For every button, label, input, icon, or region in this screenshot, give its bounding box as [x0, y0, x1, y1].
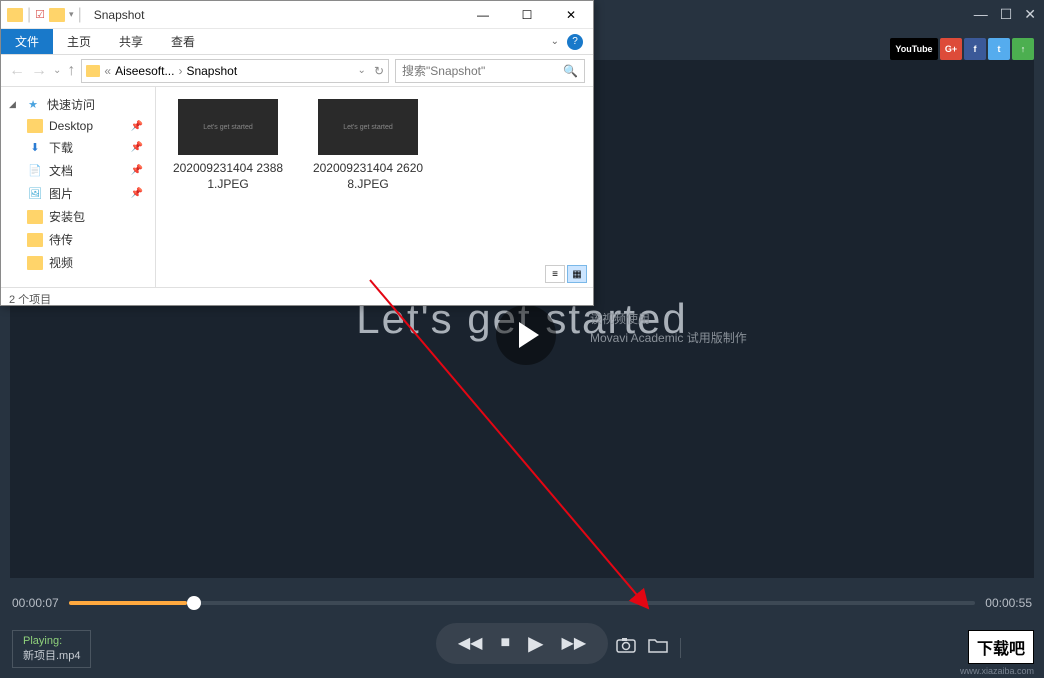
explorer-body: ◢★快速访问 Desktop📌 ⬇下载📌 📄文档📌 🖼图片📌 安装包 待传 视频… [1, 87, 593, 287]
upload-button[interactable]: ↑ [1012, 38, 1034, 60]
ribbon-tabs: 文件 主页 共享 查看 ⌄ ? [1, 29, 593, 55]
download-url: www.xiazaiba.com [960, 666, 1034, 676]
extra-controls [616, 637, 681, 658]
camera-icon [616, 637, 636, 653]
play-overlay-button[interactable] [496, 305, 556, 365]
address-dropdown[interactable]: ⌄ [358, 65, 366, 76]
explorer-window: | ☑ ▾ | Snapshot — ☐ ✕ 文件 主页 共享 查看 ⌄ ? ←… [0, 0, 594, 306]
breadcrumb-seg[interactable]: Aiseesoft... [115, 64, 174, 78]
controls-row: ◀◀ ■ ▶ ▶▶ [0, 618, 1044, 668]
address-bar[interactable]: « Aiseesoft... › Snapshot ⌄ ↻ [81, 59, 389, 83]
timeline: 00:00:07 00:00:55 [12, 596, 1032, 610]
file-item[interactable]: Let's get started 202009231404 23881.JPE… [168, 99, 288, 192]
seek-thumb[interactable] [187, 596, 201, 610]
tab-file[interactable]: 文件 [1, 29, 53, 54]
stop-button[interactable]: ■ [500, 634, 510, 652]
sidebar-item-video[interactable]: 视频 [1, 251, 155, 274]
sidebar-quick-access[interactable]: ◢★快速访问 [1, 93, 155, 116]
googleplus-button[interactable]: G+ [940, 38, 962, 60]
minimize-button[interactable]: — [974, 6, 988, 22]
nav-bar: ← → ⌄ ↑ « Aiseesoft... › Snapshot ⌄ ↻ 搜索… [1, 55, 593, 87]
sidebar-item-pkg[interactable]: 安装包 [1, 205, 155, 228]
rewind-button[interactable]: ◀◀ [458, 633, 483, 653]
qat-sep: | [78, 6, 82, 24]
folder-icon[interactable] [49, 8, 65, 22]
up-button[interactable]: ↑ [67, 62, 75, 80]
sidebar-item-docs[interactable]: 📄文档📌 [1, 159, 155, 182]
watermark-text: 该视频使用 Movavi Academic 试用版制作 [590, 310, 747, 348]
time-current: 00:00:07 [12, 596, 59, 610]
open-folder-button[interactable] [648, 637, 668, 658]
maximize-button[interactable]: ☐ [505, 1, 549, 29]
file-name: 202009231404 23881.JPEG [168, 161, 288, 192]
download-badge: 下载吧 [968, 630, 1034, 664]
qat-check-icon[interactable]: ☑ [35, 8, 45, 21]
divider [680, 638, 681, 658]
breadcrumb-seg[interactable]: Snapshot [186, 64, 237, 78]
file-grid[interactable]: Let's get started 202009231404 23881.JPE… [156, 87, 593, 287]
folder-icon [7, 8, 23, 22]
tab-view[interactable]: 查看 [157, 29, 209, 54]
status-bar: 2 个项目 [1, 287, 593, 309]
twitter-button[interactable]: t [988, 38, 1010, 60]
seek-slider[interactable] [69, 601, 976, 605]
file-thumbnail: Let's get started [318, 99, 418, 155]
folder-icon [86, 65, 100, 77]
play-icon [519, 322, 539, 348]
search-input[interactable]: 搜索"Snapshot" 🔍 [395, 59, 585, 83]
play-button[interactable]: ▶ [528, 631, 543, 656]
qat-sep: | [27, 6, 31, 24]
maximize-button[interactable]: ☐ [1000, 6, 1013, 23]
close-button[interactable]: ✕ [1024, 6, 1036, 23]
back-button[interactable]: ← [9, 62, 25, 80]
tab-home[interactable]: 主页 [53, 29, 105, 54]
forward-button[interactable]: → [31, 62, 47, 80]
window-title: Snapshot [94, 8, 145, 22]
folder-icon [648, 637, 668, 653]
time-total: 00:00:55 [985, 596, 1032, 610]
close-button[interactable]: ✕ [549, 1, 593, 29]
sidebar-item-desktop[interactable]: Desktop📌 [1, 116, 155, 136]
progress-fill [69, 601, 187, 605]
snapshot-button[interactable] [616, 637, 636, 658]
sidebar-item-pending[interactable]: 待传 [1, 228, 155, 251]
youtube-button[interactable]: YouTube [890, 38, 938, 60]
playback-controls: ◀◀ ■ ▶ ▶▶ [436, 623, 608, 664]
tab-share[interactable]: 共享 [105, 29, 157, 54]
icons-view-button[interactable]: ▦ [567, 265, 587, 283]
quick-access-toolbar: | ☑ ▾ | [1, 6, 88, 24]
facebook-button[interactable]: f [964, 38, 986, 60]
explorer-titlebar[interactable]: | ☑ ▾ | Snapshot — ☐ ✕ [1, 1, 593, 29]
sidebar: ◢★快速访问 Desktop📌 ⬇下载📌 📄文档📌 🖼图片📌 安装包 待传 视频 [1, 87, 156, 287]
social-bar: YouTube G+ f t ↑ [890, 38, 1034, 60]
file-name: 202009231404 26208.JPEG [308, 161, 428, 192]
sidebar-item-pictures[interactable]: 🖼图片📌 [1, 182, 155, 205]
minimize-button[interactable]: — [461, 1, 505, 29]
search-icon: 🔍 [563, 64, 578, 78]
qat-dropdown[interactable]: ▾ [69, 9, 74, 20]
view-options: ≡ ▦ [545, 265, 587, 283]
help-icon[interactable]: ? [567, 34, 583, 50]
refresh-button[interactable]: ↻ [374, 64, 384, 78]
forward-button[interactable]: ▶▶ [562, 633, 587, 653]
history-dropdown[interactable]: ⌄ [53, 65, 61, 76]
sidebar-item-downloads[interactable]: ⬇下载📌 [1, 136, 155, 159]
file-thumbnail: Let's get started [178, 99, 278, 155]
file-item[interactable]: Let's get started 202009231404 26208.JPE… [308, 99, 428, 192]
item-count: 2 个项目 [9, 291, 51, 307]
details-view-button[interactable]: ≡ [545, 265, 565, 283]
ribbon-expand-icon[interactable]: ⌄ [551, 36, 559, 47]
